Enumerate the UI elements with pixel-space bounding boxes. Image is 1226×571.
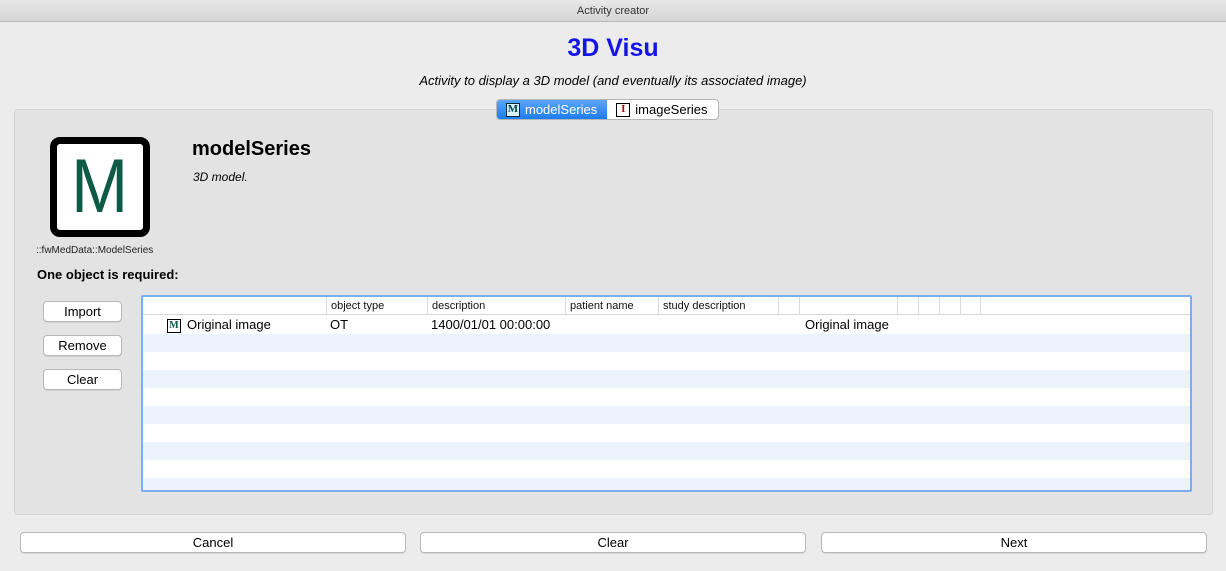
selected-objects-table[interactable]: object type description patient name stu… xyxy=(141,295,1192,492)
next-button[interactable]: Next xyxy=(821,532,1207,553)
column-header-object-type[interactable]: object type xyxy=(326,297,427,315)
table-body: M Original image OT 1400/01/01 00:00:00 O… xyxy=(143,316,1190,490)
column-header[interactable] xyxy=(799,297,897,315)
cancel-button[interactable]: Cancel xyxy=(20,532,406,553)
tab-label: modelSeries xyxy=(525,102,598,117)
column-header-description[interactable]: description xyxy=(427,297,565,315)
table-row-empty xyxy=(143,406,1190,424)
row-object-type: OT xyxy=(330,317,349,332)
table-header: object type description patient name stu… xyxy=(143,297,1190,315)
table-row-empty xyxy=(143,424,1190,442)
remove-button[interactable]: Remove xyxy=(43,335,122,356)
required-count-label: One object is required: xyxy=(37,267,179,282)
column-header[interactable] xyxy=(939,297,960,315)
model-series-icon: M xyxy=(167,318,181,333)
model-series-large-icon: M xyxy=(50,137,150,237)
model-series-icon: M xyxy=(506,102,520,117)
row-description: 1400/01/01 00:00:00 xyxy=(431,317,551,332)
activity-description: Activity to display a 3D model (and even… xyxy=(419,73,807,88)
requirement-tabs: M modelSeries I imageSeries xyxy=(496,99,719,120)
column-header[interactable] xyxy=(778,297,799,315)
table-row-empty xyxy=(143,334,1190,352)
table-row-empty xyxy=(143,370,1190,388)
column-header[interactable] xyxy=(918,297,939,315)
tab-label: imageSeries xyxy=(635,102,708,117)
column-header[interactable] xyxy=(960,297,981,315)
table-row-empty xyxy=(143,388,1190,406)
table-row-empty xyxy=(143,460,1190,478)
column-header[interactable] xyxy=(897,297,918,315)
row-name: Original image xyxy=(187,317,271,332)
table-row[interactable]: M Original image OT 1400/01/01 00:00:00 O… xyxy=(143,316,1190,334)
table-row-empty xyxy=(143,478,1190,490)
clear-selection-button[interactable]: Clear xyxy=(43,369,122,390)
import-button[interactable]: Import xyxy=(43,301,122,322)
table-row-empty xyxy=(143,442,1190,460)
column-header-patient-name[interactable]: patient name xyxy=(565,297,658,315)
object-type-label: ::fwMedData::ModelSeries xyxy=(36,245,154,256)
requirement-name: modelSeries xyxy=(192,138,311,160)
column-header-study-description[interactable]: study description xyxy=(658,297,778,315)
tab-imageseries[interactable]: I imageSeries xyxy=(607,100,717,119)
activity-title: 3D Visu xyxy=(567,34,659,62)
requirement-description: 3D model. xyxy=(193,170,248,184)
column-header-name[interactable] xyxy=(143,297,326,315)
window-titlebar: Activity creator xyxy=(0,0,1226,22)
tab-modelseries[interactable]: M modelSeries xyxy=(497,100,608,119)
row-extra-description: Original image xyxy=(805,317,889,332)
image-series-icon: I xyxy=(616,102,631,117)
clear-button[interactable]: Clear xyxy=(420,532,806,553)
table-row-empty xyxy=(143,352,1190,370)
